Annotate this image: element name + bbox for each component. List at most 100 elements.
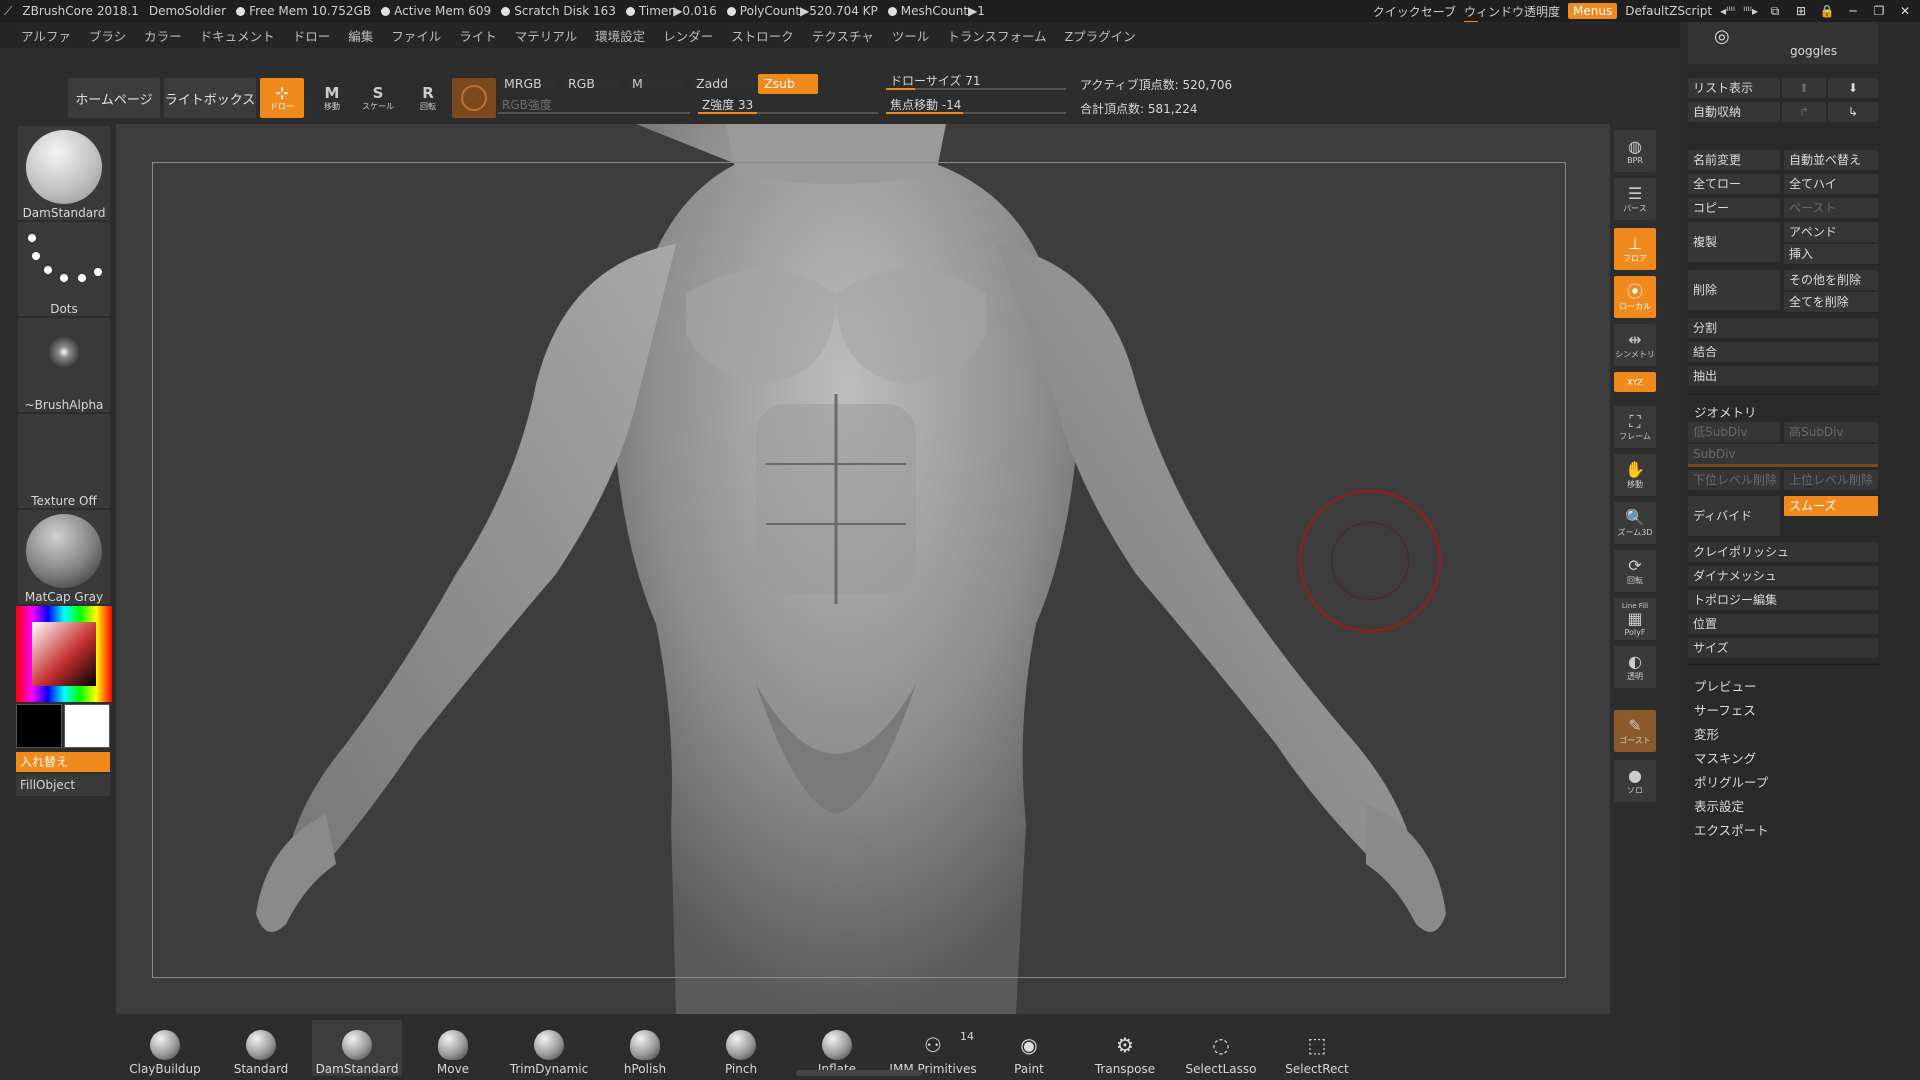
menus-button[interactable]: Menus [1568, 3, 1618, 19]
preview-header[interactable]: プレビュー [1694, 676, 1757, 695]
auto-reorder-button[interactable]: 自動並べ替え [1784, 150, 1878, 170]
menu-zplugin[interactable]: Zプラグイン [1056, 26, 1145, 45]
move-button[interactable]: M 移動 [310, 78, 354, 118]
bpr-button[interactable]: ◍ BPR [1614, 130, 1656, 172]
brush-damstandard[interactable]: DamStandard [312, 1020, 402, 1076]
close-icon[interactable]: ✕ [1896, 4, 1914, 18]
viewport-canvas[interactable] [116, 124, 1610, 1014]
lower-subdiv-button[interactable]: 低SubDiv [1688, 422, 1780, 442]
rgb-intensity-slider[interactable]: RGB強度 [498, 96, 690, 114]
brush-hpolish[interactable]: hPolish [600, 1020, 690, 1076]
delete-all-button[interactable]: 全てを削除 [1784, 292, 1878, 312]
window-opacity-slider[interactable]: ウィンドウ透明度 [1464, 3, 1560, 23]
zsub-toggle[interactable]: Zsub [758, 74, 818, 94]
topology-menu[interactable]: トポロジー編集 [1688, 590, 1878, 610]
duplicate-button[interactable]: 複製 [1688, 222, 1780, 262]
polyf-button[interactable]: Line Fill ▦ PolyF [1614, 598, 1656, 640]
draw-size-slider[interactable]: ドローサイズ 71 [886, 72, 1066, 90]
extract-menu[interactable]: 抽出 [1688, 366, 1878, 386]
brush-trimdynamic[interactable]: TrimDynamic [504, 1020, 594, 1076]
delete-other-button[interactable]: その他を削除 [1784, 270, 1878, 290]
stroke-selector[interactable]: Dots [18, 222, 110, 316]
menu-tool[interactable]: ツール [883, 26, 939, 45]
dynamesh-menu[interactable]: ダイナメッシュ [1688, 566, 1878, 586]
delete-higher-button[interactable]: 上位レベル削除 [1784, 470, 1878, 490]
alpha-selector[interactable]: ~BrushAlpha [18, 318, 110, 412]
persp-button[interactable]: ☰ パース [1614, 178, 1656, 220]
symmetry-button[interactable]: ⇹ シンメトリ [1614, 324, 1656, 366]
fill-object-button[interactable]: FillObject [16, 774, 110, 796]
brush-claybuildup[interactable]: ClayBuildup [120, 1020, 210, 1076]
geometry-header[interactable]: ジオメトリ [1694, 402, 1757, 421]
arrows-left-icon[interactable]: ◂ᴵᴵᴵᴵ [1720, 4, 1735, 18]
shelf-resize-handle[interactable] [796, 1070, 922, 1076]
secondary-color-swatch[interactable] [64, 704, 110, 748]
restore-icon[interactable]: ❐ [1870, 4, 1888, 18]
claypolish-menu[interactable]: クレイポリッシュ [1688, 542, 1878, 562]
scale-button[interactable]: S スケール [356, 78, 400, 118]
menu-stroke[interactable]: ストローク [722, 26, 803, 45]
quicksave-button[interactable]: クイックセーブ [1373, 3, 1456, 20]
minimize-icon[interactable]: ─ [1844, 4, 1862, 18]
size-menu[interactable]: サイズ [1688, 638, 1878, 658]
copy-button[interactable]: コピー [1688, 198, 1780, 218]
lightbox-button[interactable]: ライトボックス [164, 78, 256, 118]
layout-icon[interactable]: ⧉ [1766, 4, 1784, 19]
list-all-button[interactable]: リスト表示 [1688, 78, 1780, 98]
subdiv-slider[interactable]: SubDiv [1688, 444, 1878, 464]
divide-button[interactable]: ディバイド [1688, 496, 1780, 536]
arrow-icon[interactable]: ↱ [1782, 102, 1826, 122]
rename-button[interactable]: 名前変更 [1688, 150, 1780, 170]
menu-alpha[interactable]: アルファ [12, 26, 80, 45]
all-low-button[interactable]: 全てロー [1688, 174, 1780, 194]
swap-colors-button[interactable]: 入れ替え [16, 752, 110, 772]
surface-header[interactable]: サーフェス [1694, 700, 1756, 719]
arrow-down-right-icon[interactable]: ↳ [1828, 102, 1878, 122]
material-sphere-button[interactable] [452, 78, 496, 118]
xyz-button[interactable]: XYZ [1614, 372, 1656, 392]
menu-edit[interactable]: 編集 [339, 26, 382, 45]
mrgb-toggle[interactable]: MRGB [498, 74, 558, 94]
subtool-thumbnail[interactable]: ◎ goggles [1688, 22, 1878, 64]
display-properties-header[interactable]: 表示設定 [1694, 796, 1744, 815]
default-zscript-button[interactable]: DefaultZScript [1625, 4, 1712, 18]
zadd-toggle[interactable]: Zadd [690, 74, 756, 94]
main-color-swatch[interactable] [16, 704, 62, 748]
local-button[interactable]: ⦿ ローカル [1614, 276, 1656, 318]
transp-button[interactable]: ◐ 透明 [1614, 646, 1656, 688]
move-up-icon[interactable]: ⬆ [1782, 78, 1826, 98]
homepage-button[interactable]: ホームページ [68, 78, 160, 118]
arrows-right-icon[interactable]: ᴵᴵᴵᴵ▸ [1743, 4, 1758, 18]
brush-paint[interactable]: ◉ Paint [984, 1020, 1074, 1076]
brush-selectlasso[interactable]: ◌ SelectLasso [1176, 1020, 1266, 1076]
lock-icon[interactable]: 🔒 [1818, 4, 1836, 18]
menu-document[interactable]: ドキュメント [191, 26, 284, 45]
all-high-button[interactable]: 全てハイ [1784, 174, 1878, 194]
smooth-toggle[interactable]: スムーズ [1784, 496, 1878, 516]
export-header[interactable]: エクスポート [1694, 820, 1769, 839]
polygroups-header[interactable]: ポリグループ [1694, 772, 1768, 791]
layout2-icon[interactable]: ⊞ [1792, 4, 1810, 18]
floor-button[interactable]: ⊥ フロア [1614, 228, 1656, 270]
brush-move[interactable]: Move [408, 1020, 498, 1076]
rgb-toggle[interactable]: RGB [562, 74, 622, 94]
brush-selector[interactable]: DamStandard [18, 126, 110, 220]
draw-button[interactable]: ⊹ ドロー [260, 78, 304, 118]
brush-imm-primitives[interactable]: ⚇ IMM Primitives 14 [888, 1020, 978, 1076]
append-button[interactable]: アペンド [1784, 222, 1878, 242]
menu-color[interactable]: カラー [135, 26, 191, 45]
position-menu[interactable]: 位置 [1688, 614, 1878, 634]
delete-button[interactable]: 削除 [1688, 270, 1780, 310]
color-picker[interactable] [16, 606, 112, 702]
menu-texture[interactable]: テクスチャ [803, 26, 883, 45]
menu-brush[interactable]: ブラシ [80, 26, 135, 45]
menu-render[interactable]: レンダー [654, 26, 722, 45]
color-picker-field[interactable] [32, 622, 96, 686]
move-down-icon[interactable]: ⬇ [1828, 78, 1878, 98]
delete-lower-button[interactable]: 下位レベル削除 [1688, 470, 1780, 490]
menu-transform[interactable]: トランスフォーム [938, 26, 1055, 45]
brush-inflate[interactable]: Inflate [792, 1020, 882, 1076]
brush-standard[interactable]: Standard [216, 1020, 306, 1076]
z-intensity-slider[interactable]: Z強度 33 [698, 96, 878, 114]
insert-button[interactable]: 挿入 [1784, 244, 1878, 264]
